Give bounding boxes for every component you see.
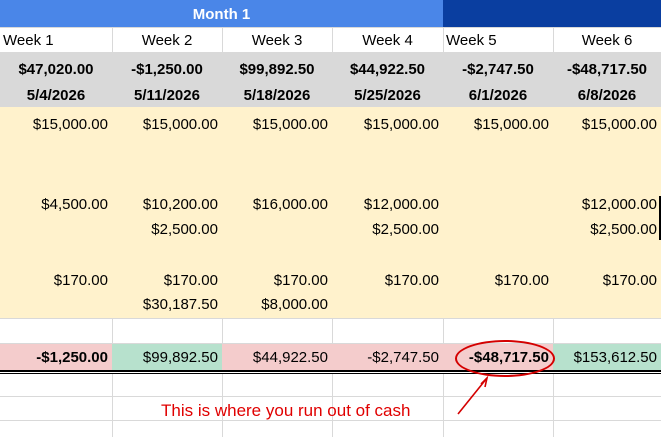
annotation-arrow-icon [457,375,489,415]
annotation-text: This is where you run out of cash [161,401,411,420]
